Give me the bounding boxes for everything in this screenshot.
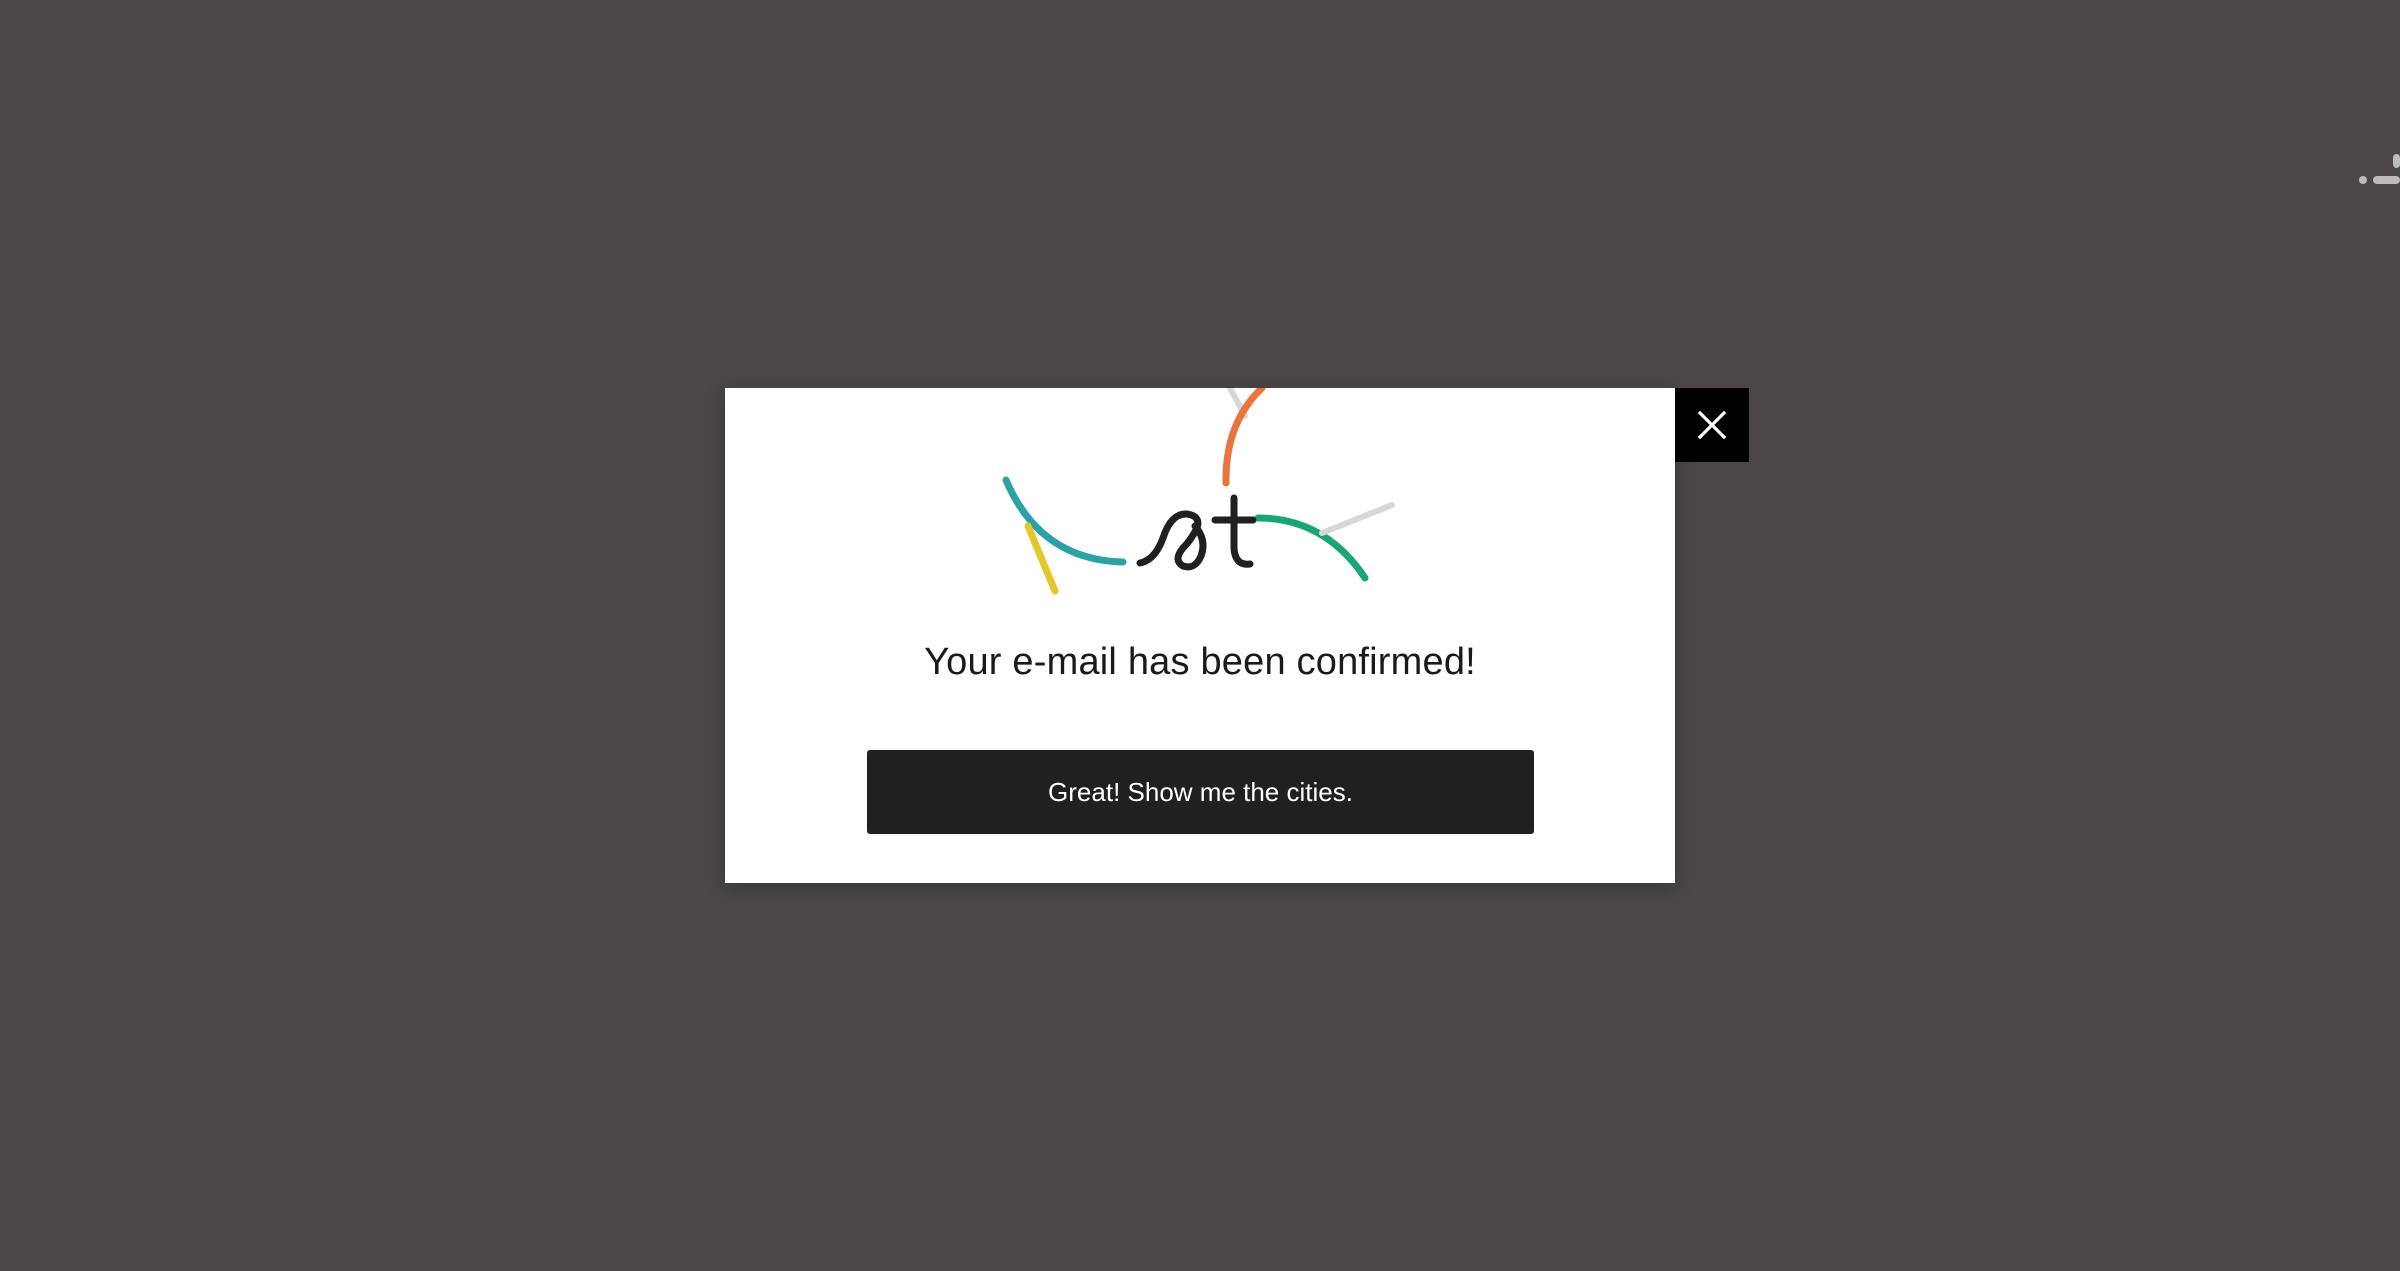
loading-spinner-icon bbox=[2359, 154, 2400, 184]
close-icon bbox=[1697, 410, 1727, 440]
show-cities-button[interactable]: Great! Show me the cities. bbox=[867, 750, 1534, 834]
page-title: Your e-mail has been confirmed! bbox=[924, 641, 1476, 683]
logo-grey-line-right bbox=[1319, 502, 1395, 536]
brand-logo-icon bbox=[1002, 388, 1395, 595]
logo-green-arc bbox=[1254, 514, 1369, 582]
logo-letter-t-stem bbox=[1230, 494, 1254, 568]
confirmation-modal: Your e-mail has been confirmed! Great! S… bbox=[725, 388, 1675, 883]
logo-letter-s bbox=[1136, 510, 1207, 571]
close-button[interactable] bbox=[1675, 388, 1749, 462]
logo-teal-arc bbox=[1002, 476, 1127, 566]
logo-orange-arc bbox=[1222, 388, 1266, 487]
